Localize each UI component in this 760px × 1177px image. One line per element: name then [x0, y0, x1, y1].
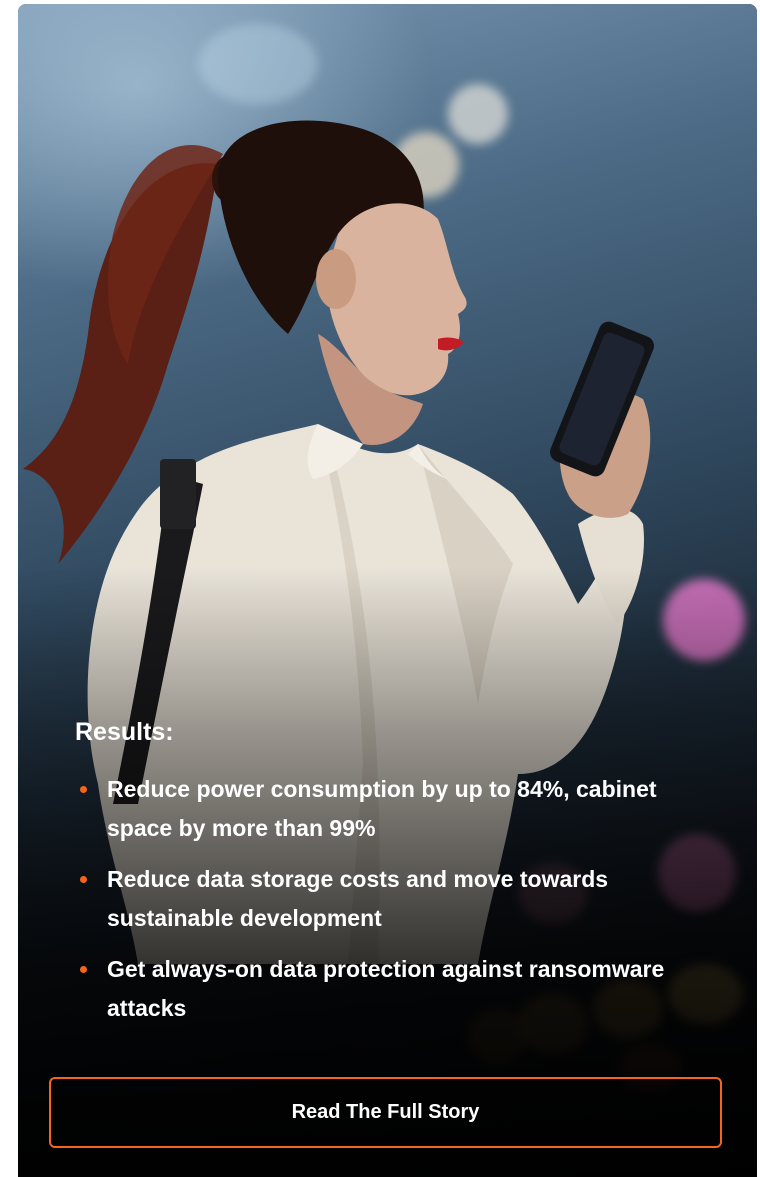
bullet-dot-icon [80, 786, 87, 793]
bullet-dot-icon [80, 876, 87, 883]
results-heading: Results: [75, 718, 174, 746]
list-item-text: Get always-on data protection against ra… [107, 956, 665, 1021]
story-card: Results: Reduce power consumption by up … [18, 4, 757, 1177]
list-item: Reduce power consumption by up to 84%, c… [75, 770, 715, 848]
bullet-dot-icon [80, 966, 87, 973]
results-section: Results: Reduce power consumption by up … [75, 714, 715, 1040]
list-item-text: Reduce data storage costs and move towar… [107, 866, 609, 931]
list-item: Get always-on data protection against ra… [75, 950, 715, 1028]
list-item-text: Reduce power consumption by up to 84%, c… [107, 776, 657, 841]
list-item: Reduce data storage costs and move towar… [75, 860, 715, 938]
results-list: Reduce power consumption by up to 84%, c… [75, 770, 715, 1028]
read-full-story-button[interactable]: Read The Full Story [49, 1077, 722, 1148]
